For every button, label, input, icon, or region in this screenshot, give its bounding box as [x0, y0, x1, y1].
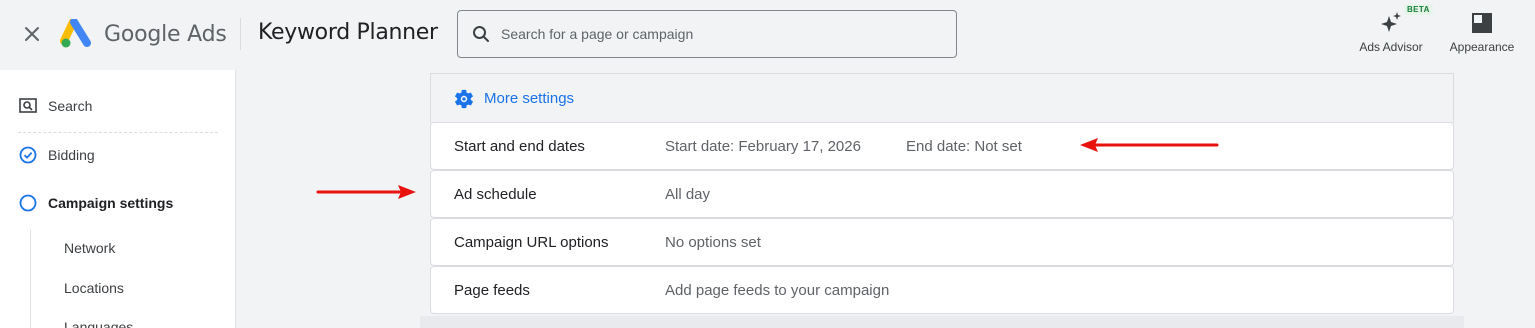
appearance-icon — [1448, 6, 1516, 34]
ads-advisor-label: Ads Advisor — [1359, 40, 1423, 54]
annotation-arrow-left — [1080, 138, 1219, 152]
sidebar: Search Bidding Campaign settings Network… — [0, 70, 236, 328]
appearance-button[interactable]: Appearance — [1448, 6, 1516, 58]
settings-row-page-feeds[interactable]: Page feeds Add page feeds to your campai… — [430, 266, 1454, 314]
sidebar-item-label: Search — [48, 98, 93, 114]
more-settings-header[interactable]: More settings — [430, 73, 1454, 123]
row-value-end-date: End date: Not set — [906, 137, 1022, 155]
beta-badge: BETA — [1404, 4, 1433, 15]
settings-row-start-end-dates[interactable]: Start and end dates Start date: February… — [430, 122, 1454, 170]
gear-icon — [453, 88, 475, 110]
search-input[interactable] — [501, 26, 941, 42]
search-box-icon — [18, 96, 38, 116]
circle-icon — [18, 193, 38, 213]
sidebar-item-label: Bidding — [48, 147, 95, 163]
appearance-label: Appearance — [1449, 40, 1515, 54]
logo-text: Google Ads — [104, 21, 227, 47]
search-box[interactable] — [457, 10, 957, 58]
page-title: Keyword Planner — [258, 20, 438, 45]
sidebar-item-label: Campaign settings — [48, 195, 174, 211]
ads-advisor-button[interactable]: BETA Ads Advisor — [1356, 4, 1433, 58]
google-ads-logo-icon — [60, 19, 91, 48]
sidebar-item-campaign-settings[interactable]: Campaign settings — [18, 193, 173, 213]
row-label: Start and end dates — [454, 137, 585, 155]
sub-nav-rail — [30, 230, 31, 328]
check-circle-icon — [18, 145, 38, 165]
row-value: All day — [665, 185, 711, 203]
sidebar-subitem-locations[interactable]: Locations — [64, 280, 124, 296]
header-divider — [240, 18, 241, 50]
top-bar: Google Ads Keyword Planner BETA Ads Advi… — [0, 0, 1535, 68]
sidebar-item-search[interactable]: Search — [18, 96, 92, 116]
row-label: Campaign URL options — [454, 233, 609, 251]
settings-row-campaign-url-options[interactable]: Campaign URL options No options set — [430, 218, 1454, 266]
row-value: Add page feeds to your campaign — [665, 281, 890, 299]
annotation-arrow-right — [316, 185, 416, 199]
sidebar-divider — [18, 132, 218, 133]
sparkle-icon: BETA — [1356, 4, 1433, 34]
row-value: No options set — [665, 233, 761, 251]
row-label: Ad schedule — [454, 185, 537, 203]
sidebar-subitem-languages[interactable]: Languages — [64, 319, 133, 328]
search-icon — [472, 24, 492, 44]
close-icon[interactable] — [20, 22, 44, 46]
sidebar-item-bidding[interactable]: Bidding — [18, 145, 95, 165]
sidebar-subitem-network[interactable]: Network — [64, 240, 115, 256]
settings-row-ad-schedule[interactable]: Ad schedule All day — [430, 170, 1454, 218]
google-ads-logo[interactable]: Google Ads — [60, 18, 227, 50]
more-settings-label: More settings — [484, 90, 575, 107]
panel-bottom-strip — [420, 316, 1464, 328]
row-value-start-date: Start date: February 17, 2026 — [665, 137, 861, 155]
row-label: Page feeds — [454, 281, 530, 299]
